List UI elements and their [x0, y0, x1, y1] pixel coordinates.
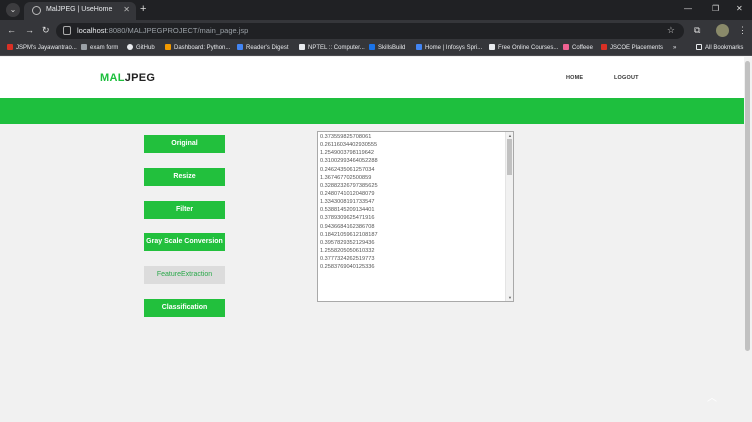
filter-button[interactable]: Filter — [144, 201, 225, 219]
globe-icon — [32, 6, 41, 15]
output-line: 0.26116034402930555 — [320, 142, 378, 149]
nav-logout-link[interactable]: LOGOUT — [614, 75, 639, 81]
output-line: 1.367467702500859 — [320, 174, 372, 181]
output-line: 0.32882326797385625 — [320, 182, 378, 189]
bookmark-item[interactable]: NPTEL :: Computer... — [299, 44, 365, 53]
github-icon — [127, 44, 133, 50]
output-line: 0.3777324262519773 — [320, 256, 375, 263]
scroll-up-icon[interactable]: ▲ — [508, 133, 512, 138]
output-line: 0.18421059612108187 — [320, 231, 378, 238]
folder-icon — [696, 44, 702, 50]
site-header: MALJPEG HOME LOGOUT — [0, 57, 744, 98]
site-logo[interactable]: MALJPEG — [100, 72, 155, 84]
page-scroll-thumb[interactable] — [745, 61, 750, 351]
textarea-scroll-thumb[interactable] — [507, 139, 512, 175]
forward-icon[interactable]: → — [25, 25, 34, 36]
url-text: localhost:8080/MALJPEGPROJECT/main_page.… — [77, 26, 249, 35]
new-tab-button[interactable]: + — [140, 3, 146, 15]
original-button[interactable]: Original — [144, 135, 225, 153]
browser-tab[interactable]: MalJPEG | UseHome ✕ — [24, 2, 136, 20]
output-line: 0.9436684162386708 — [320, 223, 375, 230]
classification-button[interactable]: Classification — [144, 299, 225, 317]
bookmark-star-icon[interactable]: ☆ — [667, 25, 675, 36]
feature-output-textarea[interactable]: 0.373559825708061 0.26116034402930555 1.25… — [317, 131, 514, 302]
nav-home-link[interactable]: HOME — [566, 75, 583, 81]
browser-menu-icon[interactable]: ⋮ — [738, 25, 747, 36]
scroll-to-top-icon[interactable]: ︿ — [707, 389, 717, 404]
reload-icon[interactable]: ↻ — [42, 25, 50, 36]
output-line: 0.5388145209134401 — [320, 207, 375, 214]
browser-tab-bar: ⌄ MalJPEG | UseHome ✕ + — ❐ ✕ — [0, 0, 752, 20]
bookmark-item[interactable]: SkillsBuild — [369, 44, 405, 53]
resize-button[interactable]: Resize — [144, 168, 225, 186]
bookmark-item[interactable]: Home | Infosys Spri... — [416, 44, 482, 53]
bookmark-item[interactable]: Free Online Courses... — [489, 44, 558, 53]
output-line: 0.373559825708061 — [320, 134, 372, 140]
bookmark-item[interactable]: exam form — [81, 44, 118, 53]
profile-avatar[interactable] — [716, 24, 729, 37]
bookmark-item[interactable]: Reader's Digest — [237, 44, 289, 53]
bookmark-favicon-icon — [489, 44, 495, 50]
maximize-icon[interactable]: ❐ — [712, 4, 719, 13]
bookmark-favicon-icon — [601, 44, 607, 50]
output-line: 0.31002993464052288 — [320, 158, 378, 165]
bookmark-favicon-icon — [369, 44, 375, 50]
output-line: 0.2480741012048079 — [320, 190, 375, 197]
bookmark-favicon-icon — [416, 44, 422, 50]
output-line: 0.2462435061257034 — [320, 166, 375, 173]
bookmark-favicon-icon — [165, 44, 171, 50]
bookmarks-overflow-icon[interactable]: » — [673, 44, 676, 53]
address-bar[interactable]: localhost:8080/MALJPEGPROJECT/main_page.… — [56, 23, 684, 39]
bookmark-item[interactable]: GitHub — [127, 44, 155, 53]
close-tab-icon[interactable]: ✕ — [123, 5, 130, 14]
textarea-scrollbar[interactable]: ▲ ▼ — [505, 132, 513, 301]
page-content: MALJPEG HOME LOGOUT Original Resize Filt… — [0, 57, 744, 422]
output-line: 1.2558205050610332 — [320, 247, 375, 254]
output-line: 0.2583769040125336 — [320, 264, 375, 271]
output-line: 1.2549003798119642 — [320, 150, 375, 157]
all-bookmarks-button[interactable]: All Bookmarks — [696, 44, 743, 53]
bookmarks-bar: JSPM's Jayawantrao... exam form GitHub D… — [0, 42, 752, 56]
hero-banner — [0, 98, 744, 124]
bookmark-item[interactable]: JSPM's Jayawantrao... — [7, 44, 77, 53]
minimize-icon[interactable]: — — [684, 4, 692, 13]
bookmark-favicon-icon — [7, 44, 13, 50]
tab-title: MalJPEG | UseHome — [46, 6, 113, 13]
bookmark-favicon-icon — [81, 44, 87, 50]
page-scrollbar[interactable] — [744, 57, 752, 422]
output-line: 0.3789309625471916 — [320, 215, 375, 222]
tab-search-icon[interactable]: ⌄ — [6, 3, 20, 17]
bookmark-item[interactable]: Coffeee — [563, 44, 593, 53]
back-icon[interactable]: ← — [7, 25, 16, 36]
output-lines: 0.373559825708061 0.26116034402930555 1.25… — [320, 133, 504, 271]
bookmark-favicon-icon — [299, 44, 305, 50]
grayscale-conversion-button[interactable]: Gray Scale Conversion — [144, 233, 225, 251]
output-line: 0.3957829352129436 — [320, 239, 375, 246]
site-info-icon[interactable] — [63, 26, 71, 35]
extensions-icon[interactable]: ⧉ — [694, 25, 700, 36]
bookmark-item[interactable]: Dashboard: Python... — [165, 44, 230, 53]
close-window-icon[interactable]: ✕ — [736, 4, 743, 13]
scroll-down-icon[interactable]: ▼ — [508, 295, 512, 300]
feature-extraction-button[interactable]: FeatureExtraction — [144, 266, 225, 284]
bookmark-item[interactable]: JSCOE Placements — [601, 44, 663, 53]
browser-toolbar: ← → ↻ localhost:8080/MALJPEGPROJECT/main… — [0, 20, 752, 42]
bookmark-favicon-icon — [563, 44, 569, 50]
bookmark-favicon-icon — [237, 44, 243, 50]
output-line: 1.3343008191733547 — [320, 199, 375, 206]
